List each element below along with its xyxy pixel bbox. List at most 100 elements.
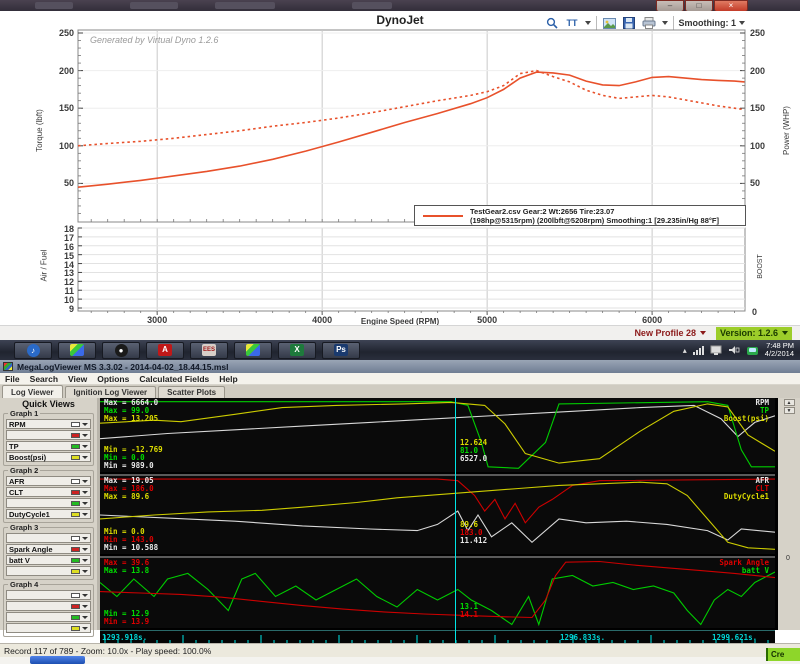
dropdown-arrow-icon: [82, 627, 88, 630]
graph-3-field-select-4[interactable]: [6, 566, 91, 576]
panel-field-label: batt V: [742, 567, 769, 575]
graph-4-field-select-3[interactable]: [6, 612, 91, 622]
speaker-icon[interactable]: [728, 345, 740, 355]
tray-app-icon[interactable]: [746, 345, 759, 356]
menu-calculated-fields[interactable]: Calculated Fields: [139, 374, 209, 384]
adobe-pdf-icon[interactable]: A: [146, 342, 184, 359]
adobe-pdf-glyph: A: [158, 344, 172, 356]
dropdown-arrow-icon: [82, 445, 88, 448]
quick-views-groups: Graph 1RPMTPBoost(psi)Graph 2AFRCLTDutyC…: [0, 413, 97, 637]
tab-log-viewer[interactable]: Log Viewer: [2, 385, 63, 398]
menu-view[interactable]: View: [68, 374, 87, 384]
mlv-titlebar[interactable]: MegaLogViewer MS 3.3.02 - 2014-04-02_18.…: [0, 360, 800, 373]
tab-ignition-log-viewer[interactable]: Ignition Log Viewer: [65, 386, 157, 398]
color-swatch-icon: [71, 615, 80, 620]
panel-traces: [100, 398, 775, 472]
graph-4-field-select-1[interactable]: [6, 590, 91, 600]
tab-scatter-plots[interactable]: Scatter Plots: [158, 386, 225, 398]
tick-label: 100: [52, 141, 74, 151]
screenshot-stage: – □ × DynoJet TT Smooth: [0, 0, 800, 664]
profile-dropdown[interactable]: New Profile 28: [634, 328, 706, 338]
color-swatch-icon: [71, 433, 80, 438]
graph-4-field-select-2[interactable]: [6, 601, 91, 611]
graph-panel-3[interactable]: Max = 39.6Max = 13.8Min = 12.9Min = 13.9…: [100, 556, 775, 628]
megalogviewer-icon[interactable]: [58, 342, 96, 359]
graphs-gutter: [97, 398, 100, 630]
log-graphs[interactable]: Max = 6664.0Max = 99.0Max = 13.205Min = …: [97, 398, 778, 630]
excel-glyph: X: [290, 344, 304, 356]
megalogviewer-2-icon[interactable]: [234, 342, 272, 359]
graph-2-field-select-3[interactable]: [6, 498, 91, 508]
quick-views-group: Graph 1RPMTPBoost(psi): [3, 413, 94, 466]
corner-badge: Cre: [766, 648, 800, 661]
tick-label: 150: [750, 103, 772, 113]
version-dropdown[interactable]: Version: 1.2.6: [716, 327, 792, 340]
panel-traces: [100, 476, 775, 554]
photoshop-icon[interactable]: Ps: [322, 342, 360, 359]
media-player-icon[interactable]: ●: [102, 342, 140, 359]
graph-4-field-select-4[interactable]: [6, 623, 91, 633]
graph-1-field-select-1[interactable]: RPM: [6, 419, 91, 429]
ees-glyph: EES: [202, 344, 216, 356]
graph-2-field-select-2[interactable]: CLT: [6, 487, 91, 497]
dropdown-arrow-icon: [82, 423, 88, 426]
color-swatch-icon: [71, 444, 80, 449]
scroll-down-icon[interactable]: ▼: [784, 407, 795, 414]
log-cursor-line[interactable]: [455, 398, 456, 643]
color-swatch-icon: [71, 626, 80, 631]
tick-label: 250: [750, 28, 772, 38]
menu-file[interactable]: File: [5, 374, 20, 384]
dropdown-arrow-icon: [82, 548, 88, 551]
graph-3-field-select-2[interactable]: Spark Angle: [6, 544, 91, 554]
graph-panel-1[interactable]: Max = 6664.0Max = 99.0Max = 13.205Min = …: [100, 398, 775, 472]
quick-views-sidebar: Quick Views Graph 1RPMTPBoost(psi)Graph …: [0, 398, 97, 630]
mlv-app-icon: [3, 362, 13, 371]
tick-label: 200: [52, 66, 74, 76]
status-text: Record 117 of 789 - Zoom: 10.0x - Play s…: [4, 646, 211, 656]
top-menu-remnant: [352, 2, 392, 9]
group-label: Graph 1: [8, 409, 40, 418]
quick-views-group: Graph 3Spark Anglebatt V: [3, 527, 94, 580]
taskbar-icons: ♪ ● A EES X Ps: [14, 342, 360, 359]
timeline-end-time: 1299.621s.: [712, 633, 757, 642]
graph-3-field-select-1[interactable]: [6, 533, 91, 543]
graph-3-field-select-3[interactable]: batt V: [6, 555, 91, 565]
ees-icon[interactable]: EES: [190, 342, 228, 359]
group-label: Graph 2: [8, 466, 40, 475]
graph-2-field-select-1[interactable]: AFR: [6, 476, 91, 486]
network-signal-icon[interactable]: [693, 346, 704, 355]
graph-2-field-select-4[interactable]: DutyCycle1: [6, 509, 91, 519]
top-menu-remnant: [215, 2, 275, 9]
scroll-up-icon[interactable]: ▲: [784, 399, 795, 406]
color-swatch-icon: [71, 479, 80, 484]
menu-help[interactable]: Help: [219, 374, 237, 384]
display-icon[interactable]: [710, 345, 722, 355]
graph-1-field-select-4[interactable]: Boost(psi): [6, 452, 91, 462]
mlv-tabs: Log Viewer Ignition Log Viewer Scatter P…: [0, 385, 800, 398]
boost-axis-label: BOOST: [757, 254, 764, 279]
graph-1-field-select-2[interactable]: [6, 430, 91, 440]
tray-clock[interactable]: 7:48 PM 4/2/2014: [765, 342, 794, 358]
dyno-watermark: Generated by Virtual Dyno 1.2.6: [90, 35, 218, 45]
dyno-chart-area: DynoJet TT Smoothing: 1: [0, 11, 800, 325]
excel-icon[interactable]: X: [278, 342, 316, 359]
music-player-icon[interactable]: ♪: [14, 342, 52, 359]
dropdown-arrow-icon: [82, 537, 88, 540]
color-swatch-icon: [71, 547, 80, 552]
group-label: Graph 4: [8, 580, 40, 589]
tray-expand-icon[interactable]: ▴: [683, 346, 687, 355]
panel-cursor-value: 11.412: [460, 537, 487, 545]
graph-panel-2[interactable]: Max = 19.05Max = 186.0Max = 89.6Min = 0.…: [100, 474, 775, 554]
field-label: DutyCycle1: [9, 510, 71, 519]
menu-search[interactable]: Search: [30, 374, 58, 384]
dropdown-arrow-icon: [82, 491, 88, 494]
graph-1-field-select-3[interactable]: TP: [6, 441, 91, 451]
trace-batt-v: [100, 572, 775, 625]
timeline-strip[interactable]: 1293.918s. 1296.833s. 1299.621s.: [100, 630, 775, 643]
color-swatch-icon: [71, 604, 80, 609]
color-swatch-icon: [71, 422, 80, 427]
panel-max-value: Max = 89.6: [104, 493, 149, 501]
start-button-fragment[interactable]: [30, 656, 85, 664]
menu-options[interactable]: Options: [97, 374, 129, 384]
top-menu-remnant: [130, 2, 178, 9]
